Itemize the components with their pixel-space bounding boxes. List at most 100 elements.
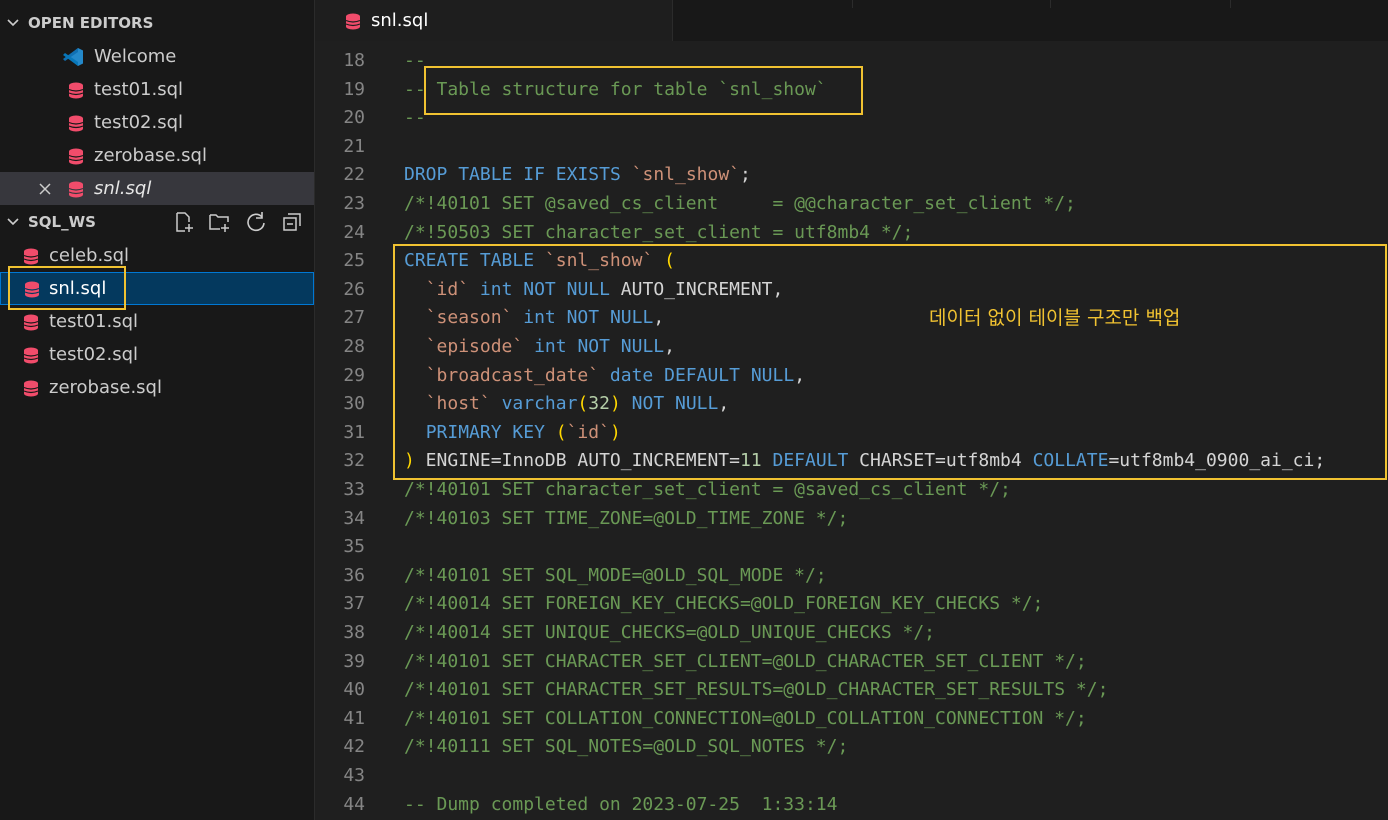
open-editor-label: zerobase.sql xyxy=(94,145,207,166)
line-code: -- Table structure for table `snl_show` xyxy=(404,78,827,100)
line-code: /*!40103 SET TIME_ZONE=@OLD_TIME_ZONE */… xyxy=(404,507,849,529)
database-icon xyxy=(23,347,39,364)
open-editor-zerobase[interactable]: zerobase.sql xyxy=(0,139,314,172)
code-line: 19 -- Table structure for table `snl_show… xyxy=(315,76,1388,104)
open-editor-test01[interactable]: test01.sql xyxy=(0,73,314,106)
line-code: /*!40101 SET CHARACTER_SET_RESULTS=@OLD_… xyxy=(404,679,1109,701)
open-editor-label: test02.sql xyxy=(94,112,183,133)
line-code: /*!40101 SET character_set_client = @sav… xyxy=(404,479,1011,500)
line-number: 23 xyxy=(343,193,365,214)
explorer-sidebar: OPEN EDITORS Welcome test01.sql test02.s… xyxy=(0,0,315,820)
workspace-file-zerobase[interactable]: zerobase.sql xyxy=(0,371,314,404)
open-editors-title: OPEN EDITORS xyxy=(28,14,154,32)
collapse-all-icon[interactable] xyxy=(281,211,303,233)
code-line: 30 `host` varchar(32) NOT NULL, xyxy=(315,390,1388,418)
line-number: 29 xyxy=(343,364,365,386)
line-number: 34 xyxy=(343,507,365,529)
workspace-file-celeb[interactable]: celeb.sql xyxy=(0,239,314,272)
editor-tab-bar: snl.sql xyxy=(315,0,1388,41)
code-line: 39 /*!40101 SET CHARACTER_SET_CLIENT=@OLD… xyxy=(315,648,1388,676)
line-code: `episode` int NOT NULL, xyxy=(425,336,675,357)
code-line: 37 /*!40014 SET FOREIGN_KEY_CHECKS=@OLD_F… xyxy=(315,590,1388,618)
line-code: ) ENGINE=InnoDB AUTO_INCREMENT=11 DEFAUL… xyxy=(404,450,1326,472)
line-code: /*!40014 SET UNIQUE_CHECKS=@OLD_UNIQUE_C… xyxy=(404,622,936,643)
code-editor[interactable]: 18 -- 19 -- Table structure for table `snl_… xyxy=(315,41,1388,820)
line-code: -- xyxy=(404,50,426,71)
file-label: zerobase.sql xyxy=(49,377,162,398)
open-editor-welcome[interactable]: Welcome xyxy=(0,40,314,73)
line-number: 30 xyxy=(343,393,365,415)
line-number: 31 xyxy=(343,421,365,443)
chevron-down-icon xyxy=(7,218,19,226)
line-number: 33 xyxy=(343,479,365,500)
line-number: 32 xyxy=(343,450,365,472)
annotation-note: 데이터 없이 테이블 구조만 백업 xyxy=(929,307,1181,329)
database-icon xyxy=(345,13,361,30)
code-line: 24 /*!50503 SET character_set_client = ut… xyxy=(315,219,1388,247)
refresh-icon[interactable] xyxy=(245,211,267,233)
line-number: 43 xyxy=(343,765,365,786)
code-line: 28 `episode` int NOT NULL, xyxy=(315,333,1388,361)
workspace-file-test02[interactable]: test02.sql xyxy=(0,338,314,371)
code-line: 23 /*!40101 SET @saved_cs_client = @@char… xyxy=(315,190,1388,218)
line-number: 22 xyxy=(343,164,365,186)
line-number: 28 xyxy=(343,336,365,357)
code-line: 26 `id` int NOT NULL AUTO_INCREMENT, xyxy=(315,276,1388,304)
line-number: 27 xyxy=(343,307,365,329)
tab-divider xyxy=(672,0,673,8)
code-line: 42 /*!40111 SET SQL_NOTES=@OLD_SQL_NOTES … xyxy=(315,733,1388,761)
tab-divider xyxy=(1050,0,1051,8)
line-number: 24 xyxy=(343,221,365,243)
open-editors-header[interactable]: OPEN EDITORS xyxy=(0,8,314,38)
line-code: PRIMARY KEY (`id`) xyxy=(425,421,621,443)
line-number: 38 xyxy=(343,622,365,643)
open-editor-label: Welcome xyxy=(94,46,177,67)
file-label: snl.sql xyxy=(49,278,107,299)
open-editor-test02[interactable]: test02.sql xyxy=(0,106,314,139)
new-file-icon[interactable] xyxy=(173,211,195,233)
line-code: /*!40111 SET SQL_NOTES=@OLD_SQL_NOTES */… xyxy=(404,736,849,758)
database-icon xyxy=(23,380,39,397)
tab-snl-sql[interactable]: snl.sql xyxy=(315,0,673,41)
code-line: 20 -- xyxy=(315,104,1388,132)
workspace-file-snl[interactable]: snl.sql xyxy=(0,272,314,305)
line-number: 41 xyxy=(343,707,365,729)
database-icon xyxy=(24,281,40,298)
code-line: 38 /*!40014 SET UNIQUE_CHECKS=@OLD_UNIQUE… xyxy=(315,619,1388,647)
close-icon[interactable] xyxy=(38,182,52,196)
line-code: /*!50503 SET character_set_client = utf8… xyxy=(404,221,914,243)
line-number: 21 xyxy=(343,135,365,157)
file-label: test01.sql xyxy=(49,311,138,332)
line-number: 19 xyxy=(343,78,365,100)
line-number: 20 xyxy=(343,107,365,129)
new-folder-icon[interactable] xyxy=(208,211,230,233)
open-editor-label: snl.sql xyxy=(94,178,152,199)
code-line: 36 /*!40101 SET SQL_MODE=@OLD_SQL_MODE */… xyxy=(315,562,1388,590)
line-number: 25 xyxy=(343,250,365,272)
tab-divider xyxy=(1230,0,1231,8)
chevron-down-icon xyxy=(7,19,19,27)
database-icon xyxy=(68,148,84,165)
database-icon xyxy=(23,314,39,331)
line-code: /*!40101 SET SQL_MODE=@OLD_SQL_MODE */; xyxy=(404,564,827,586)
line-code: `season` int NOT NULL, xyxy=(425,307,665,329)
tab-divider xyxy=(852,0,853,8)
code-line: 40 /*!40101 SET CHARACTER_SET_RESULTS=@OL… xyxy=(315,676,1388,704)
line-number: 42 xyxy=(343,736,365,758)
open-editor-label: test01.sql xyxy=(94,79,183,100)
database-icon xyxy=(23,248,39,265)
open-editor-snl[interactable]: snl.sql xyxy=(0,172,314,205)
code-line: 29 `broadcast_date` date DEFAULT NULL, xyxy=(315,362,1388,390)
line-code: `host` varchar(32) NOT NULL, xyxy=(425,393,730,415)
code-line: 27 `season` int NOT NULL, xyxy=(315,304,1388,332)
code-line: 25 CREATE TABLE `snl_show` ( xyxy=(315,247,1388,275)
code-line: 44 -- Dump completed on 2023-07-25 1:33:1… xyxy=(315,791,1388,819)
database-icon xyxy=(68,115,84,132)
line-code: CREATE TABLE `snl_show` ( xyxy=(404,250,675,272)
line-number: 44 xyxy=(343,793,365,815)
line-number: 39 xyxy=(343,650,365,672)
vscode-icon xyxy=(63,48,83,66)
database-icon xyxy=(68,181,84,198)
tab-label: snl.sql xyxy=(371,10,429,31)
workspace-file-test01[interactable]: test01.sql xyxy=(0,305,314,338)
